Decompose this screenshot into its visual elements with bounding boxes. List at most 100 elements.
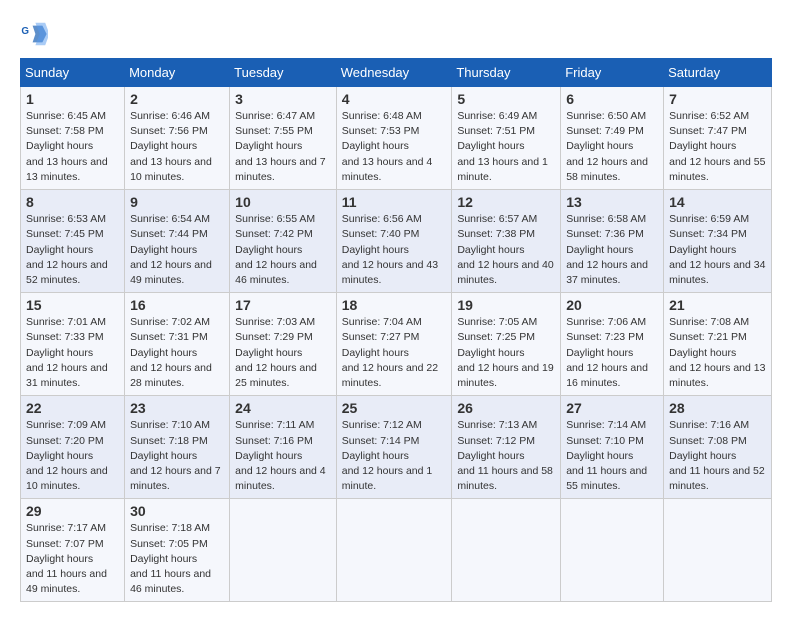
calendar-cell: 1 Sunrise: 6:45 AM Sunset: 7:58 PM Dayli… <box>21 87 125 190</box>
day-number: 25 <box>342 400 447 416</box>
day-number: 14 <box>669 194 766 210</box>
day-detail: Sunrise: 7:09 AM Sunset: 7:20 PM Dayligh… <box>26 418 119 494</box>
day-number: 12 <box>457 194 555 210</box>
calendar-cell: 13 Sunrise: 6:58 AM Sunset: 7:36 PM Dayl… <box>561 190 664 293</box>
calendar-cell: 20 Sunrise: 7:06 AM Sunset: 7:23 PM Dayl… <box>561 293 664 396</box>
calendar-cell: 15 Sunrise: 7:01 AM Sunset: 7:33 PM Dayl… <box>21 293 125 396</box>
calendar-cell: 19 Sunrise: 7:05 AM Sunset: 7:25 PM Dayl… <box>452 293 561 396</box>
calendar-cell: 11 Sunrise: 6:56 AM Sunset: 7:40 PM Dayl… <box>336 190 452 293</box>
calendar-cell: 14 Sunrise: 6:59 AM Sunset: 7:34 PM Dayl… <box>664 190 772 293</box>
calendar-cell: 2 Sunrise: 6:46 AM Sunset: 7:56 PM Dayli… <box>125 87 230 190</box>
day-detail: Sunrise: 7:03 AM Sunset: 7:29 PM Dayligh… <box>235 315 331 391</box>
day-number: 9 <box>130 194 224 210</box>
day-detail: Sunrise: 6:59 AM Sunset: 7:34 PM Dayligh… <box>669 212 766 288</box>
day-number: 15 <box>26 297 119 313</box>
day-detail: Sunrise: 7:11 AM Sunset: 7:16 PM Dayligh… <box>235 418 331 494</box>
day-detail: Sunrise: 7:06 AM Sunset: 7:23 PM Dayligh… <box>566 315 658 391</box>
day-detail: Sunrise: 6:48 AM Sunset: 7:53 PM Dayligh… <box>342 109 447 185</box>
calendar-week-row: 8 Sunrise: 6:53 AM Sunset: 7:45 PM Dayli… <box>21 190 772 293</box>
day-detail: Sunrise: 6:53 AM Sunset: 7:45 PM Dayligh… <box>26 212 119 288</box>
day-number: 6 <box>566 91 658 107</box>
calendar-cell: 29 Sunrise: 7:17 AM Sunset: 7:07 PM Dayl… <box>21 499 125 602</box>
day-number: 5 <box>457 91 555 107</box>
day-detail: Sunrise: 7:13 AM Sunset: 7:12 PM Dayligh… <box>457 418 555 494</box>
logo: G <box>20 20 52 48</box>
day-number: 18 <box>342 297 447 313</box>
day-number: 21 <box>669 297 766 313</box>
day-detail: Sunrise: 7:02 AM Sunset: 7:31 PM Dayligh… <box>130 315 224 391</box>
calendar-table: SundayMondayTuesdayWednesdayThursdayFrid… <box>20 58 772 602</box>
calendar-header-row: SundayMondayTuesdayWednesdayThursdayFrid… <box>21 59 772 87</box>
calendar-week-row: 29 Sunrise: 7:17 AM Sunset: 7:07 PM Dayl… <box>21 499 772 602</box>
day-number: 3 <box>235 91 331 107</box>
calendar-cell: 8 Sunrise: 6:53 AM Sunset: 7:45 PM Dayli… <box>21 190 125 293</box>
day-detail: Sunrise: 7:12 AM Sunset: 7:14 PM Dayligh… <box>342 418 447 494</box>
calendar-cell: 25 Sunrise: 7:12 AM Sunset: 7:14 PM Dayl… <box>336 396 452 499</box>
calendar-week-row: 15 Sunrise: 7:01 AM Sunset: 7:33 PM Dayl… <box>21 293 772 396</box>
day-detail: Sunrise: 7:14 AM Sunset: 7:10 PM Dayligh… <box>566 418 658 494</box>
calendar-cell: 10 Sunrise: 6:55 AM Sunset: 7:42 PM Dayl… <box>230 190 337 293</box>
day-detail: Sunrise: 7:16 AM Sunset: 7:08 PM Dayligh… <box>669 418 766 494</box>
day-detail: Sunrise: 7:04 AM Sunset: 7:27 PM Dayligh… <box>342 315 447 391</box>
day-number: 7 <box>669 91 766 107</box>
day-number: 16 <box>130 297 224 313</box>
day-detail: Sunrise: 6:57 AM Sunset: 7:38 PM Dayligh… <box>457 212 555 288</box>
calendar-cell: 27 Sunrise: 7:14 AM Sunset: 7:10 PM Dayl… <box>561 396 664 499</box>
day-detail: Sunrise: 7:05 AM Sunset: 7:25 PM Dayligh… <box>457 315 555 391</box>
day-detail: Sunrise: 6:45 AM Sunset: 7:58 PM Dayligh… <box>26 109 119 185</box>
svg-text:G: G <box>21 26 29 37</box>
day-number: 27 <box>566 400 658 416</box>
calendar-cell: 18 Sunrise: 7:04 AM Sunset: 7:27 PM Dayl… <box>336 293 452 396</box>
calendar-cell <box>336 499 452 602</box>
calendar-cell: 7 Sunrise: 6:52 AM Sunset: 7:47 PM Dayli… <box>664 87 772 190</box>
day-number: 30 <box>130 503 224 519</box>
calendar-cell: 9 Sunrise: 6:54 AM Sunset: 7:44 PM Dayli… <box>125 190 230 293</box>
day-number: 17 <box>235 297 331 313</box>
day-detail: Sunrise: 7:18 AM Sunset: 7:05 PM Dayligh… <box>130 521 224 597</box>
calendar-cell: 6 Sunrise: 6:50 AM Sunset: 7:49 PM Dayli… <box>561 87 664 190</box>
calendar-cell: 28 Sunrise: 7:16 AM Sunset: 7:08 PM Dayl… <box>664 396 772 499</box>
day-number: 11 <box>342 194 447 210</box>
day-number: 23 <box>130 400 224 416</box>
weekday-header: Monday <box>125 59 230 87</box>
day-number: 19 <box>457 297 555 313</box>
day-number: 1 <box>26 91 119 107</box>
calendar-cell: 23 Sunrise: 7:10 AM Sunset: 7:18 PM Dayl… <box>125 396 230 499</box>
day-number: 10 <box>235 194 331 210</box>
calendar-week-row: 1 Sunrise: 6:45 AM Sunset: 7:58 PM Dayli… <box>21 87 772 190</box>
calendar-cell: 22 Sunrise: 7:09 AM Sunset: 7:20 PM Dayl… <box>21 396 125 499</box>
weekday-header: Tuesday <box>230 59 337 87</box>
day-number: 8 <box>26 194 119 210</box>
calendar-cell: 30 Sunrise: 7:18 AM Sunset: 7:05 PM Dayl… <box>125 499 230 602</box>
day-number: 13 <box>566 194 658 210</box>
day-number: 24 <box>235 400 331 416</box>
calendar-cell <box>664 499 772 602</box>
day-number: 20 <box>566 297 658 313</box>
weekday-header: Sunday <box>21 59 125 87</box>
day-detail: Sunrise: 7:17 AM Sunset: 7:07 PM Dayligh… <box>26 521 119 597</box>
calendar-cell: 3 Sunrise: 6:47 AM Sunset: 7:55 PM Dayli… <box>230 87 337 190</box>
day-number: 29 <box>26 503 119 519</box>
day-detail: Sunrise: 6:56 AM Sunset: 7:40 PM Dayligh… <box>342 212 447 288</box>
day-number: 26 <box>457 400 555 416</box>
calendar-cell: 17 Sunrise: 7:03 AM Sunset: 7:29 PM Dayl… <box>230 293 337 396</box>
calendar-cell: 12 Sunrise: 6:57 AM Sunset: 7:38 PM Dayl… <box>452 190 561 293</box>
weekday-header: Saturday <box>664 59 772 87</box>
day-number: 2 <box>130 91 224 107</box>
day-detail: Sunrise: 7:08 AM Sunset: 7:21 PM Dayligh… <box>669 315 766 391</box>
day-detail: Sunrise: 6:49 AM Sunset: 7:51 PM Dayligh… <box>457 109 555 185</box>
calendar-cell <box>561 499 664 602</box>
page-header: G <box>20 20 772 48</box>
day-number: 22 <box>26 400 119 416</box>
weekday-header: Thursday <box>452 59 561 87</box>
day-number: 28 <box>669 400 766 416</box>
calendar-cell: 16 Sunrise: 7:02 AM Sunset: 7:31 PM Dayl… <box>125 293 230 396</box>
calendar-cell: 4 Sunrise: 6:48 AM Sunset: 7:53 PM Dayli… <box>336 87 452 190</box>
day-detail: Sunrise: 6:54 AM Sunset: 7:44 PM Dayligh… <box>130 212 224 288</box>
calendar-week-row: 22 Sunrise: 7:09 AM Sunset: 7:20 PM Dayl… <box>21 396 772 499</box>
day-detail: Sunrise: 7:01 AM Sunset: 7:33 PM Dayligh… <box>26 315 119 391</box>
day-detail: Sunrise: 6:47 AM Sunset: 7:55 PM Dayligh… <box>235 109 331 185</box>
calendar-cell <box>230 499 337 602</box>
calendar-cell <box>452 499 561 602</box>
day-detail: Sunrise: 6:50 AM Sunset: 7:49 PM Dayligh… <box>566 109 658 185</box>
